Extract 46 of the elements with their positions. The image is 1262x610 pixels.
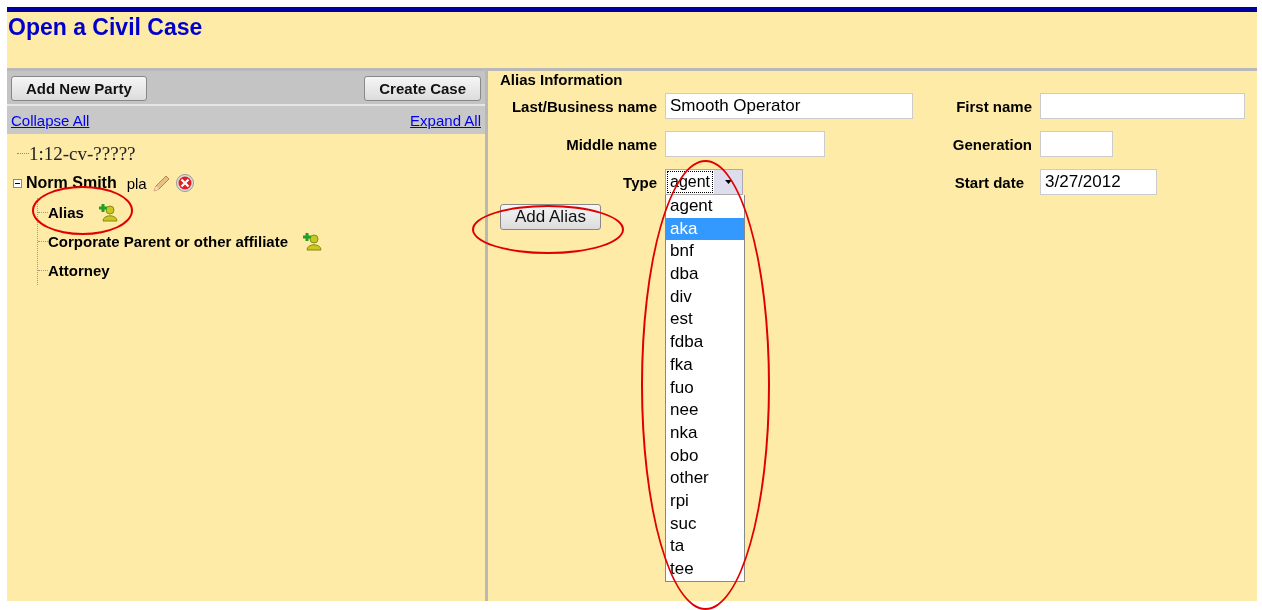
field-label: Start date (953, 173, 1025, 191)
create-case-button[interactable]: Create Case (364, 76, 481, 101)
dropdown-option[interactable]: ta (666, 535, 744, 558)
party-name[interactable]: Norm Smith (26, 174, 117, 192)
case-number: 1:12-cv-????? (29, 143, 136, 165)
input-field[interactable] (665, 131, 825, 157)
party-role: pla (126, 174, 147, 192)
dropdown-option[interactable]: agent (666, 195, 744, 218)
pencil-icon[interactable] (150, 173, 171, 193)
field-label: First name (955, 97, 1033, 115)
tree-item[interactable]: Alias (48, 204, 84, 221)
tree-item[interactable]: Attorney (48, 262, 110, 279)
dropdown-option[interactable]: nka (666, 421, 744, 445)
add-alias-button[interactable]: Add Alias (500, 204, 601, 230)
dropdown-option[interactable]: fka (666, 353, 744, 377)
dropdown-option[interactable]: fuo (666, 376, 744, 400)
delete-icon[interactable] (174, 173, 195, 193)
dropdown-option[interactable]: other (666, 467, 744, 490)
dropdown-option[interactable]: dba (666, 263, 744, 286)
expand-all-link[interactable]: Expand All (410, 112, 481, 129)
field-label: Last/Business name (510, 97, 658, 115)
input-field[interactable] (1040, 131, 1113, 157)
dropdown-option[interactable]: bnf (666, 240, 744, 264)
add-person-icon[interactable] (97, 202, 118, 223)
field-label: Middle name (565, 135, 658, 153)
field-label: Type (622, 173, 658, 191)
input-field[interactable]: Smooth Operator (665, 93, 913, 119)
dropdown-option[interactable]: fdba (666, 331, 744, 354)
add-party-button[interactable]: Add New Party (11, 76, 147, 101)
dropdown-option[interactable]: div (666, 285, 744, 309)
add-person-icon[interactable] (302, 231, 323, 252)
input-field[interactable] (1040, 93, 1245, 119)
collapse-icon[interactable] (13, 178, 22, 188)
dropdown-option[interactable]: suc (666, 512, 744, 536)
section-heading: Alias Information (500, 71, 624, 88)
dropdown-option[interactable]: est (666, 308, 744, 332)
tree-item[interactable]: Corporate Parent or other affiliate (48, 233, 289, 250)
dropdown-option[interactable]: tee (666, 558, 744, 581)
dropdown-option[interactable]: nee (666, 399, 744, 422)
field-label: Generation (951, 135, 1033, 153)
dropdown-option[interactable]: rpi (666, 489, 744, 513)
page-title: Open a Civil Case (7, 13, 204, 41)
collapse-all-link[interactable]: Collapse All (11, 112, 90, 129)
input-field[interactable]: 3/27/2012 (1040, 169, 1157, 195)
caret-icon (724, 180, 732, 184)
dropdown-option[interactable]: obo (666, 444, 744, 468)
